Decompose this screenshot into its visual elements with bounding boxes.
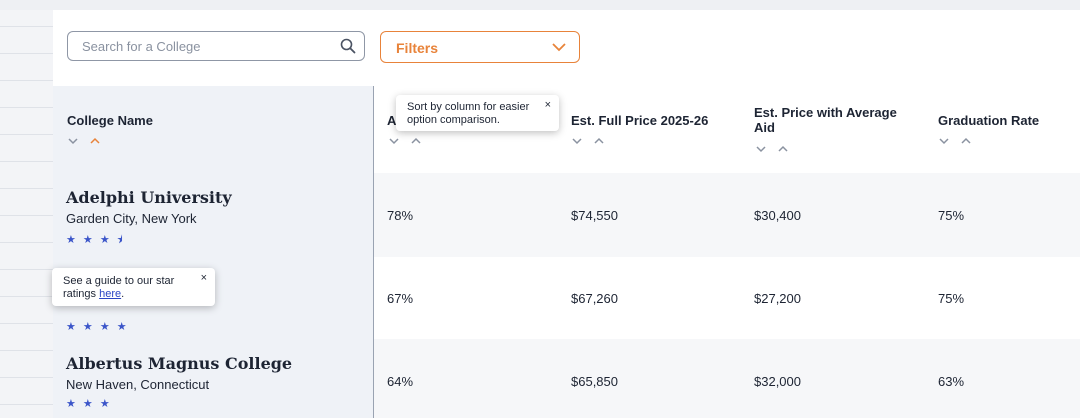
sort-controls-price-with-aid [755, 144, 795, 156]
star-rating: ★ ★ ★ ⯨ [66, 234, 125, 246]
graduation-rate-cell: 63% [938, 374, 965, 389]
college-location: Garden City, New York [66, 211, 197, 226]
sort-tooltip-text: Sort by column for easier option compari… [407, 101, 529, 127]
row-band [374, 339, 1080, 418]
sort-descending-icon[interactable] [938, 136, 950, 146]
close-icon[interactable]: × [201, 272, 207, 285]
header-college-name[interactable]: College Name [67, 113, 153, 128]
row-band [374, 173, 1080, 257]
star-guide-link[interactable]: here [99, 288, 121, 300]
sort-ascending-icon[interactable] [410, 136, 422, 146]
sort-ascending-icon[interactable] [593, 136, 605, 146]
search-icon[interactable] [340, 38, 356, 54]
sort-controls-full-price [571, 136, 611, 148]
sort-controls-college-name [67, 136, 107, 148]
college-info: Adelphi University Garden City, New York… [66, 188, 232, 250]
college-info: Albertus Magnus College New Haven, Conne… [66, 354, 292, 410]
filters-label: Filters [396, 40, 439, 56]
column-divider [373, 86, 374, 418]
star-guide-suffix: . [121, 288, 125, 300]
star-guide-tooltip-text: See a guide to our star ratings here. [63, 275, 174, 301]
sort-controls-graduation [938, 136, 978, 148]
sort-ascending-icon[interactable] [89, 136, 101, 146]
graduation-rate-cell: 75% [938, 291, 965, 306]
filters-dropdown[interactable]: Filters [380, 31, 580, 63]
acceptance-rate-cell: 64% [387, 374, 414, 389]
full-price-cell: $65,850 [571, 374, 618, 389]
header-acceptance-rate[interactable]: A [387, 113, 396, 128]
sort-descending-icon[interactable] [571, 136, 583, 146]
graduation-rate-cell: 75% [938, 208, 965, 223]
search-box[interactable] [67, 31, 365, 61]
star-guide-prefix: ratings [63, 288, 100, 300]
header-graduation-rate[interactable]: Graduation Rate [938, 113, 1039, 128]
sort-tooltip-line2: option comparison. [407, 114, 500, 126]
acceptance-rate-cell: 78% [387, 208, 414, 223]
college-location: New Haven, Connecticut [66, 377, 210, 392]
star-guide-tooltip: See a guide to our star ratings here. × [52, 268, 215, 306]
background-top [0, 0, 1080, 10]
header-price-with-aid-line2: Aid [754, 120, 775, 135]
header-price-with-aid-line1: Est. Price with Average [754, 105, 897, 120]
search-input[interactable] [82, 32, 332, 60]
sort-controls-acceptance [388, 136, 428, 148]
acceptance-rate-cell: 67% [387, 291, 414, 306]
sort-tooltip-line1: Sort by column for easier [407, 101, 530, 113]
background-lines [0, 0, 60, 418]
price-with-aid-cell: $32,000 [754, 374, 801, 389]
close-icon[interactable]: × [545, 99, 551, 112]
college-name-link[interactable]: Albertus Magnus College [66, 354, 292, 373]
sort-descending-icon[interactable] [755, 144, 767, 154]
header-full-price[interactable]: Est. Full Price 2025-26 [571, 113, 708, 128]
full-price-cell: $74,550 [571, 208, 618, 223]
price-with-aid-cell: $27,200 [754, 291, 801, 306]
sort-ascending-icon[interactable] [777, 144, 789, 154]
star-rating: ★ ★ ★ ★ [66, 321, 129, 333]
sort-descending-icon[interactable] [67, 136, 79, 146]
sort-descending-icon[interactable] [388, 136, 400, 146]
sort-ascending-icon[interactable] [960, 136, 972, 146]
college-name-link[interactable]: Adelphi University [66, 188, 232, 207]
sort-tooltip: Sort by column for easier option compari… [396, 95, 559, 131]
star-guide-line1: See a guide to our star [63, 275, 175, 287]
full-price-cell: $67,260 [571, 291, 618, 306]
star-rating: ★ ★ ★ [66, 398, 112, 410]
header-price-with-aid[interactable]: Est. Price with Average Aid [754, 105, 897, 135]
chevron-down-icon [552, 43, 566, 52]
star-guide-line2: ratings here. [63, 288, 174, 301]
price-with-aid-cell: $30,400 [754, 208, 801, 223]
